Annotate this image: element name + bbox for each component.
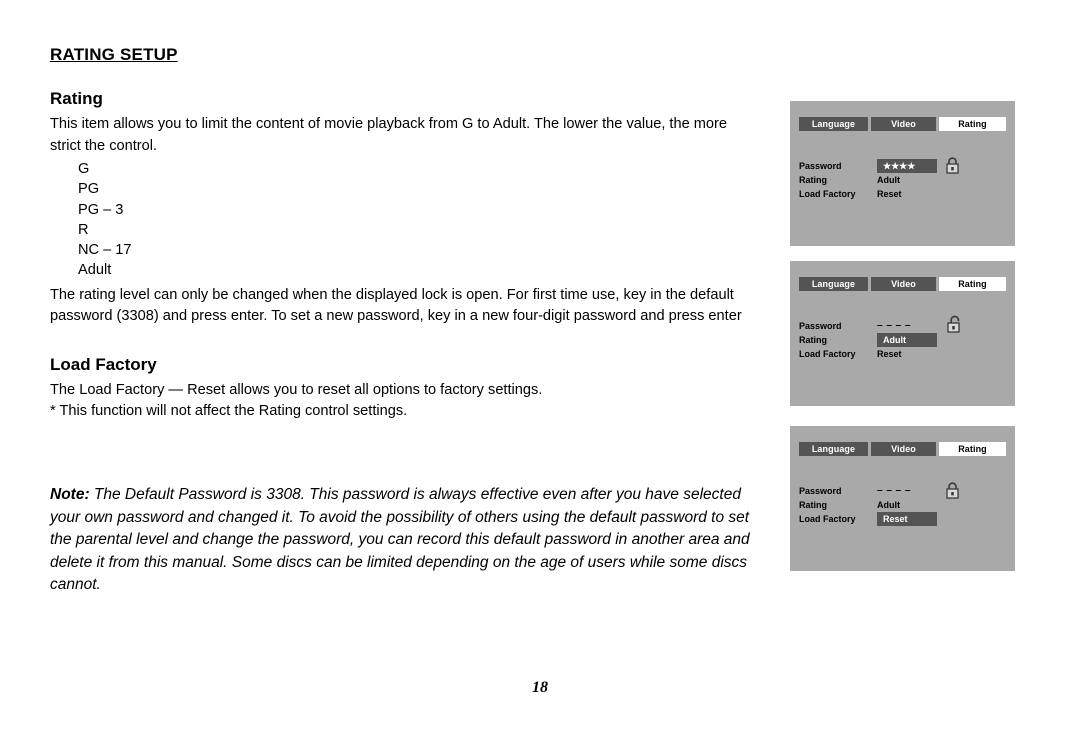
osd-value-reset[interactable]: Reset bbox=[877, 512, 937, 526]
osd-tab-bar: Language Video Rating bbox=[799, 277, 1006, 291]
osd-label-password: Password bbox=[799, 161, 842, 171]
osd-label-password: Password bbox=[799, 321, 842, 331]
page-title: RATING SETUP bbox=[50, 45, 178, 64]
osd-label-rating: Rating bbox=[799, 175, 827, 185]
rating-intro-paragraph: This item allows you to limit the conten… bbox=[50, 116, 728, 154]
osd-label-password: Password bbox=[799, 486, 842, 496]
osd-row-load-factory[interactable]: Load Factory Reset bbox=[799, 512, 1009, 526]
osd-label-load-factory: Load Factory bbox=[799, 514, 856, 524]
tab-rating[interactable]: Rating bbox=[939, 442, 1006, 456]
osd-row-load-factory[interactable]: Load Factory Reset bbox=[799, 187, 1009, 201]
tab-language[interactable]: Language bbox=[799, 277, 868, 291]
osd-label-load-factory: Load Factory bbox=[799, 349, 856, 359]
manual-page: RATING SETUP Rating This item allows you… bbox=[0, 0, 1080, 743]
osd-row-password[interactable]: Password ★★★★ bbox=[799, 157, 1009, 174]
note-label: Note: bbox=[50, 486, 90, 503]
list-item: G bbox=[78, 161, 90, 177]
tab-video[interactable]: Video bbox=[870, 277, 936, 291]
osd-panel-rating-selected: Language Video Rating Password – – – – R… bbox=[790, 261, 1015, 406]
osd-tab-bar: Language Video Rating bbox=[799, 442, 1006, 456]
osd-panel-reset-selected: Language Video Rating Password – – – – R… bbox=[790, 426, 1015, 571]
note-text: The Default Password is 3308. This passw… bbox=[50, 486, 750, 594]
rating-detail-paragraph: The rating level can only be changed whe… bbox=[50, 286, 742, 325]
osd-panel-password-entry: Language Video Rating Password ★★★★ Rati… bbox=[790, 101, 1015, 246]
tab-language[interactable]: Language bbox=[799, 442, 868, 456]
osd-settings-list: Password – – – – Rating Adult Load Facto… bbox=[799, 315, 1009, 361]
osd-row-password[interactable]: Password – – – – bbox=[799, 315, 1009, 333]
load-factory-heading: Load Factory bbox=[50, 354, 157, 374]
password-field[interactable]: – – – – bbox=[877, 484, 911, 498]
lock-closed-icon bbox=[945, 482, 960, 499]
rating-level-list: G PG PG – 3 R NC – 17 Adult bbox=[50, 159, 755, 281]
osd-row-password[interactable]: Password – – – – bbox=[799, 482, 1009, 499]
lock-open-icon bbox=[945, 315, 960, 333]
tab-video[interactable]: Video bbox=[870, 117, 936, 131]
list-item: R bbox=[78, 221, 89, 238]
list-item: PG – 3 bbox=[78, 201, 124, 218]
load-factory-paragraph: The Load Factory — Reset allows you to r… bbox=[50, 381, 543, 398]
lock-closed-icon bbox=[945, 157, 960, 174]
osd-tab-bar: Language Video Rating bbox=[799, 117, 1006, 131]
osd-row-load-factory[interactable]: Load Factory Reset bbox=[799, 347, 1009, 361]
osd-value-rating[interactable]: Adult bbox=[877, 173, 900, 187]
tab-rating[interactable]: Rating bbox=[939, 117, 1006, 131]
osd-label-rating: Rating bbox=[799, 335, 827, 345]
list-item: NC – 17 bbox=[78, 242, 132, 259]
password-field[interactable]: ★★★★ bbox=[877, 159, 937, 173]
note-block: Note: The Default Password is 3308. This… bbox=[50, 484, 756, 597]
tab-video[interactable]: Video bbox=[870, 442, 936, 456]
password-field[interactable]: – – – – bbox=[877, 319, 911, 333]
tab-rating[interactable]: Rating bbox=[939, 277, 1006, 291]
osd-row-rating[interactable]: Rating Adult bbox=[799, 173, 1009, 187]
list-item: Adult bbox=[78, 262, 112, 279]
tab-language[interactable]: Language bbox=[799, 117, 868, 131]
load-factory-footnote: * This function will not affect the Rati… bbox=[50, 403, 408, 420]
osd-row-rating[interactable]: Rating Adult bbox=[799, 333, 1009, 347]
osd-settings-list: Password – – – – Rating Adult Load Facto… bbox=[799, 482, 1009, 526]
osd-label-rating: Rating bbox=[799, 500, 827, 510]
list-item: PG bbox=[78, 181, 100, 198]
osd-value-reset[interactable]: Reset bbox=[877, 187, 902, 201]
osd-row-rating[interactable]: Rating Adult bbox=[799, 498, 1009, 512]
text-column: RATING SETUP Rating This item allows you… bbox=[50, 45, 755, 423]
osd-value-rating[interactable]: Adult bbox=[877, 333, 937, 347]
osd-value-reset[interactable]: Reset bbox=[877, 347, 902, 361]
osd-settings-list: Password ★★★★ Rating Adult Load Factory … bbox=[799, 157, 1009, 201]
osd-label-load-factory: Load Factory bbox=[799, 189, 856, 199]
rating-heading: Rating bbox=[50, 89, 103, 108]
page-number: 18 bbox=[532, 679, 548, 696]
osd-value-rating[interactable]: Adult bbox=[877, 498, 900, 512]
